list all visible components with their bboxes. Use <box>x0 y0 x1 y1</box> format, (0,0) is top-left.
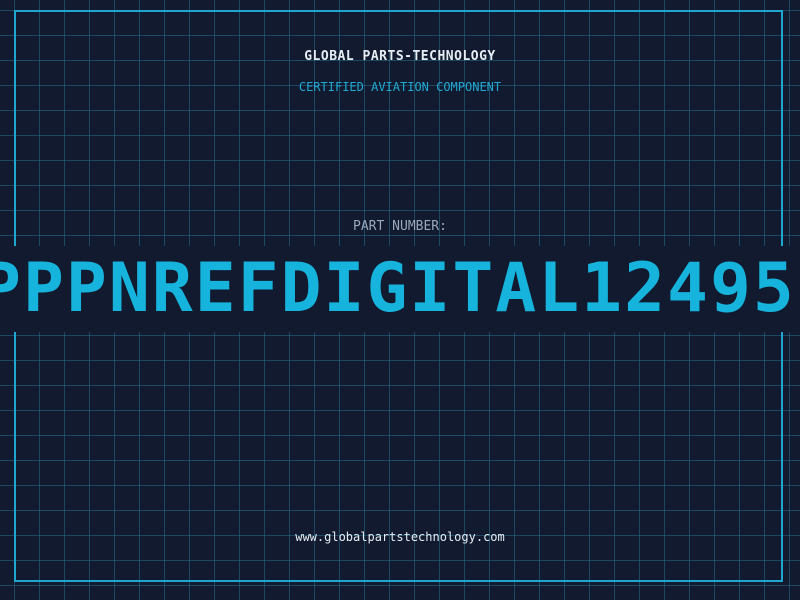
subtitle: CERTIFIED AVIATION COMPONENT <box>298 80 502 94</box>
website-url: www.globalpartstechnology.com <box>295 530 505 544</box>
company-name: GLOBAL PARTS-TECHNOLOGY <box>304 49 496 64</box>
part-number-value: PPPNREFDIGITAL12495 <box>0 249 796 328</box>
part-number-label: PART NUMBER: <box>353 219 447 234</box>
